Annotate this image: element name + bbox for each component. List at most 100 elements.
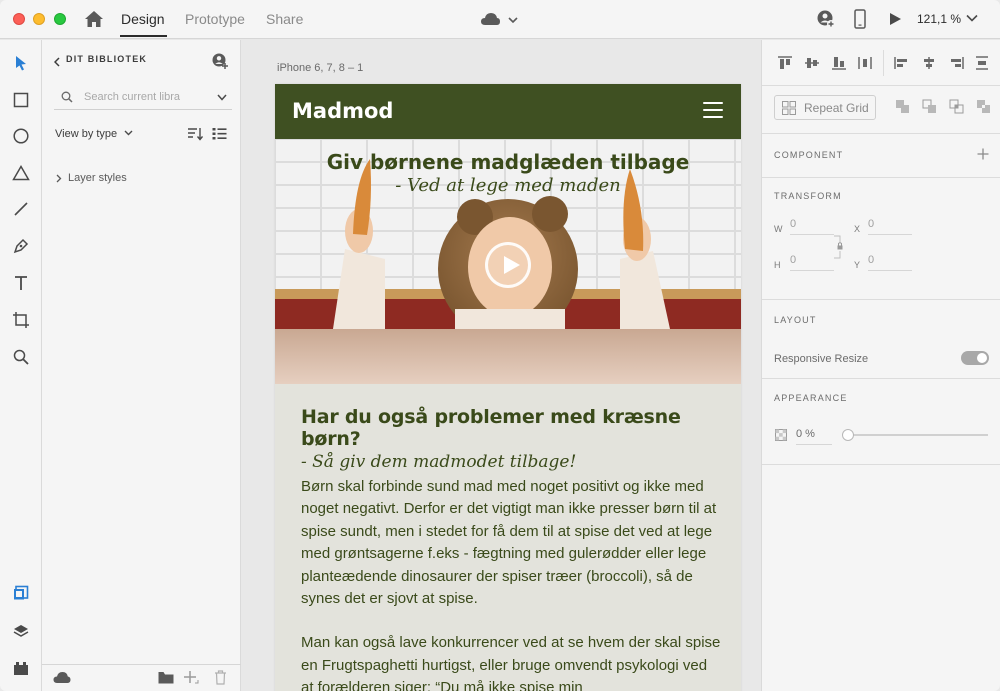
- text-tool[interactable]: [10, 272, 32, 294]
- ellipse-tool[interactable]: [10, 125, 32, 147]
- x-label: X: [854, 224, 861, 234]
- artboard-tool[interactable]: [10, 309, 32, 331]
- layers-icon: [13, 625, 29, 637]
- plugins-panel-button[interactable]: [10, 657, 32, 679]
- polygon-tool[interactable]: [10, 162, 32, 184]
- article[interactable]: Har du også problemer med kræsne børn? -…: [301, 406, 721, 691]
- layout-title: LAYOUT: [774, 315, 817, 325]
- canvas[interactable]: iPhone 6, 7, 8 – 1 Madmod Giv børnene ma…: [241, 40, 761, 691]
- lock-aspect-icon[interactable]: [834, 226, 848, 266]
- hamburger-menu-icon[interactable]: [703, 102, 723, 118]
- appearance-title: APPEARANCE: [774, 393, 848, 403]
- height-field[interactable]: 0: [790, 254, 834, 271]
- add-icon[interactable]: [183, 670, 199, 686]
- device-preview-icon[interactable]: [853, 9, 867, 29]
- layers-panel-button[interactable]: [10, 620, 32, 642]
- site-logo[interactable]: Madmod: [292, 99, 393, 123]
- chevron-down-icon[interactable]: [966, 14, 978, 22]
- tab-prototype[interactable]: Prototype: [185, 11, 245, 27]
- close-window-button[interactable]: [13, 13, 25, 25]
- add-person-icon[interactable]: [211, 52, 229, 70]
- line-tool[interactable]: [10, 198, 32, 220]
- search-icon: [61, 91, 73, 103]
- hero-title[interactable]: Giv børnene madglæden tilbage: [275, 150, 741, 174]
- cloud-document-icon[interactable]: [480, 11, 520, 29]
- search-input[interactable]: Search current libra: [84, 91, 194, 103]
- boolean-add-icon[interactable]: [895, 99, 910, 114]
- user-share-icon[interactable]: [816, 9, 836, 29]
- site-header[interactable]: Madmod: [275, 84, 741, 139]
- repeat-grid-icon: [782, 101, 796, 115]
- y-field[interactable]: 0: [868, 254, 912, 271]
- layer-styles-group[interactable]: Layer styles: [68, 172, 127, 184]
- rectangle-tool[interactable]: [10, 89, 32, 111]
- width-label: W: [774, 224, 783, 234]
- boolean-exclude-icon[interactable]: [976, 99, 991, 114]
- folder-icon[interactable]: [158, 671, 174, 684]
- tab-design[interactable]: Design: [121, 11, 165, 27]
- appearance-section: APPEARANCE: [762, 378, 1000, 465]
- article-paragraph[interactable]: Børn skal forbinde sund mad med noget po…: [301, 476, 721, 610]
- repeat-grid-button[interactable]: Repeat Grid: [774, 95, 876, 120]
- sort-icon[interactable]: [187, 127, 203, 141]
- alignment-toolbar: [762, 40, 1000, 86]
- assets-panel-button[interactable]: [10, 582, 32, 604]
- transform-section: TRANSFORM W 0 H 0 X 0 Y 0: [762, 177, 1000, 299]
- align-bottom-icon[interactable]: [831, 56, 847, 70]
- transform-title: TRANSFORM: [774, 191, 842, 201]
- zoom-tool[interactable]: [10, 346, 32, 368]
- chevron-right-icon[interactable]: [56, 174, 62, 183]
- opacity-slider-track[interactable]: [848, 434, 988, 436]
- view-by-label: View by type: [55, 128, 118, 140]
- hero-video[interactable]: Giv børnene madglæden tilbage - Ved at l…: [275, 139, 741, 384]
- artboard-label[interactable]: iPhone 6, 7, 8 – 1: [277, 62, 363, 74]
- zoom-level[interactable]: 121,1 %: [917, 12, 961, 26]
- hero-subtitle[interactable]: - Ved at lege med maden: [275, 175, 741, 196]
- select-tool[interactable]: [10, 52, 32, 74]
- artboard-icon: [13, 312, 29, 328]
- align-middle-icon[interactable]: [804, 56, 820, 70]
- distribute-horizontal-icon[interactable]: [858, 56, 872, 70]
- boolean-intersect-icon[interactable]: [949, 99, 964, 114]
- opacity-icon: [775, 429, 787, 441]
- boolean-subtract-icon[interactable]: [922, 99, 937, 114]
- line-icon: [14, 202, 28, 216]
- pen-tool[interactable]: [10, 235, 32, 257]
- title-bar: Design Prototype Share 121,1 %: [0, 0, 1000, 39]
- opacity-slider-handle[interactable]: [842, 429, 854, 441]
- responsive-resize-toggle[interactable]: [961, 351, 989, 365]
- chevron-down-icon[interactable]: [217, 94, 227, 101]
- tab-share[interactable]: Share: [266, 11, 303, 27]
- repeat-grid-label: Repeat Grid: [804, 101, 869, 115]
- component-title: COMPONENT: [774, 150, 844, 160]
- add-component-icon[interactable]: [977, 148, 989, 160]
- home-icon[interactable]: [84, 10, 104, 28]
- library-search-field[interactable]: Search current libra: [54, 84, 232, 110]
- play-video-icon[interactable]: [485, 242, 531, 288]
- width-field[interactable]: 0: [790, 218, 834, 235]
- article-paragraph[interactable]: Man kan også lave konkurrencer ved at se…: [301, 632, 721, 691]
- pen-icon: [13, 238, 29, 254]
- article-subheading[interactable]: - Så giv dem madmodet tilbage!: [301, 452, 721, 472]
- back-chevron-icon[interactable]: [54, 57, 60, 67]
- align-top-icon[interactable]: [777, 56, 793, 70]
- tool-bar: [0, 40, 42, 691]
- zoom-window-button[interactable]: [54, 13, 66, 25]
- article-heading[interactable]: Har du også problemer med kræsne børn?: [301, 406, 721, 450]
- property-inspector: Repeat Grid COMPONENT TRANSFORM W 0 H 0 …: [761, 40, 1000, 691]
- play-preview-icon[interactable]: [888, 12, 902, 26]
- view-by-dropdown[interactable]: View by type: [55, 128, 133, 140]
- trash-icon[interactable]: [214, 670, 227, 685]
- list-view-icon[interactable]: [212, 127, 227, 141]
- libraries-icon: [14, 585, 29, 600]
- cloud-icon[interactable]: [53, 671, 71, 684]
- artboard[interactable]: Madmod Giv børnene madglæden tilbage - V…: [275, 84, 741, 691]
- align-right-icon[interactable]: [948, 56, 964, 70]
- chevron-down-icon: [124, 130, 133, 136]
- minimize-window-button[interactable]: [33, 13, 45, 25]
- align-center-icon[interactable]: [921, 56, 937, 70]
- align-left-icon[interactable]: [894, 56, 910, 70]
- distribute-vertical-icon[interactable]: [975, 56, 989, 70]
- opacity-field[interactable]: 0 %: [796, 428, 832, 445]
- x-field[interactable]: 0: [868, 218, 912, 235]
